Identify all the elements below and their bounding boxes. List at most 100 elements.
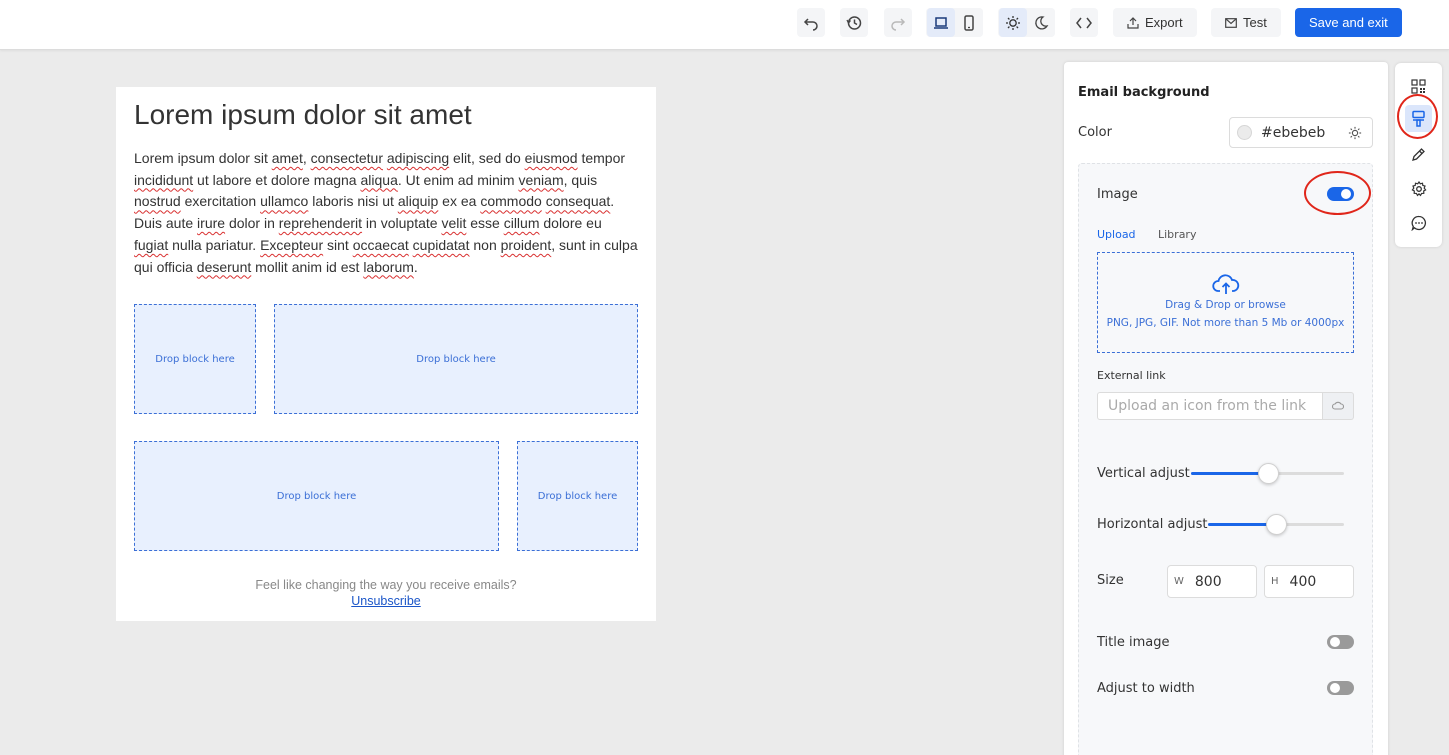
misspelled-word: commodo xyxy=(480,193,542,210)
text-segment: ex ea xyxy=(438,193,481,210)
code-button[interactable] xyxy=(1070,8,1098,37)
footer-text: Feel like changing the way you receive e… xyxy=(255,578,517,592)
rail-item-edit[interactable] xyxy=(1405,141,1432,168)
gear-icon xyxy=(1411,180,1426,196)
width-value: 800 xyxy=(1194,573,1222,590)
misspelled-word: Excepteur xyxy=(260,236,324,253)
color-value: #ebebeb xyxy=(1261,124,1326,141)
rail-item-settings[interactable] xyxy=(1405,175,1432,202)
export-icon xyxy=(1127,16,1139,29)
text-segment: elit, sed do xyxy=(449,150,525,166)
save-label: Save and exit xyxy=(1309,15,1388,30)
text-segment: dolore eu xyxy=(539,215,602,232)
mobile-view-button[interactable] xyxy=(954,8,983,37)
redo-button[interactable] xyxy=(884,8,912,37)
email-heading[interactable]: Lorem ipsum dolor sit amet xyxy=(134,99,472,131)
text-segment: nulla pariatur. xyxy=(168,236,261,253)
light-mode-button[interactable] xyxy=(998,8,1027,37)
adjust-to-width-label: Adjust to width xyxy=(1097,681,1195,696)
laptop-icon xyxy=(933,16,948,29)
text-segment: exercitation xyxy=(180,193,261,210)
text-segment: esse xyxy=(466,215,504,232)
top-toolbar: Export Test Save and exit xyxy=(0,0,1449,50)
cloud-upload-icon xyxy=(1211,273,1239,294)
phone-icon xyxy=(963,14,974,31)
text-segment: ut labore et dolore magna xyxy=(193,171,361,188)
tab-upload[interactable]: Upload xyxy=(1097,228,1136,241)
vertical-adjust-label: Vertical adjust xyxy=(1097,466,1190,481)
width-prefix: W xyxy=(1174,576,1184,587)
unsubscribe-link[interactable]: Unsubscribe xyxy=(116,594,656,608)
misspelled-word: fugiat xyxy=(134,236,169,253)
misspelled-word: aliqua xyxy=(360,171,398,188)
color-picker[interactable]: #ebebeb xyxy=(1229,117,1373,148)
slider-thumb[interactable] xyxy=(1257,463,1279,484)
slider-thumb[interactable] xyxy=(1266,514,1287,535)
slider-fill xyxy=(1191,472,1268,475)
email-canvas: Lorem ipsum dolor sit amet Lorem ipsum d… xyxy=(116,87,656,621)
export-button[interactable]: Export xyxy=(1113,8,1197,37)
email-paragraph[interactable]: Lorem ipsum dolor sit amet, consectetur … xyxy=(134,148,639,278)
toggle-knob xyxy=(1330,637,1340,647)
redo-icon xyxy=(891,17,906,31)
moon-icon xyxy=(1034,15,1048,30)
text-segment: non xyxy=(469,236,501,253)
misspelled-word: reprehenderit xyxy=(278,215,363,232)
text-segment: , xyxy=(302,150,311,166)
adjust-to-width-toggle[interactable] xyxy=(1327,681,1354,695)
external-link-input[interactable]: Upload an icon from the link xyxy=(1097,392,1323,420)
misspelled-word: cillum xyxy=(503,215,540,232)
horizontal-adjust-slider[interactable] xyxy=(1208,514,1344,535)
misspelled-word: ullamco xyxy=(260,193,309,210)
misspelled-word: occaecat xyxy=(352,236,409,253)
text-segment: , quis xyxy=(563,171,598,188)
text-segment: Lorem ipsum dolor sit xyxy=(134,150,272,166)
device-toggle xyxy=(926,8,983,37)
drop-block-label: Drop block here xyxy=(416,353,496,365)
tab-library[interactable]: Library xyxy=(1158,228,1196,241)
height-prefix: H xyxy=(1271,576,1279,587)
undo-button[interactable] xyxy=(797,8,825,37)
code-icon xyxy=(1076,17,1092,28)
height-value: 400 xyxy=(1289,573,1317,590)
text-segment: in voluptate xyxy=(362,215,442,232)
drop-block[interactable]: Drop block here xyxy=(517,441,638,551)
upload-dropzone[interactable]: Drag & Drop or browse PNG, JPG, GIF. Not… xyxy=(1097,252,1354,353)
height-field[interactable]: H 400 xyxy=(1264,565,1354,598)
upload-line-1: Drag & Drop or browse xyxy=(1165,298,1286,311)
history-button[interactable] xyxy=(840,8,868,37)
theme-toggle xyxy=(998,8,1055,37)
color-swatch xyxy=(1237,125,1252,140)
rail-item-comments[interactable] xyxy=(1405,209,1432,236)
drop-block-label: Drop block here xyxy=(276,490,357,502)
drop-block[interactable]: Drop block here xyxy=(134,441,499,551)
misspelled-word: deserunt xyxy=(196,258,252,275)
misspelled-word: eiusmod xyxy=(524,150,578,166)
misspelled-word: aliquip xyxy=(397,193,439,210)
desktop-view-button[interactable] xyxy=(926,8,955,37)
upload-line-2: PNG, JPG, GIF. Not more than 5 Mb or 400… xyxy=(1106,316,1345,329)
text-segment: laboris nisi ut xyxy=(308,193,398,210)
misspelled-word: veniam xyxy=(518,171,564,188)
dark-mode-button[interactable] xyxy=(1026,8,1055,37)
test-button[interactable]: Test xyxy=(1211,8,1281,37)
misspelled-word: incididunt xyxy=(134,171,194,188)
title-image-toggle[interactable] xyxy=(1327,635,1354,649)
history-icon xyxy=(846,15,862,30)
horizontal-adjust-label: Horizontal adjust xyxy=(1097,517,1208,532)
image-label: Image xyxy=(1097,187,1138,202)
drop-block[interactable]: Drop block here xyxy=(134,304,256,414)
drop-block[interactable]: Drop block here xyxy=(274,304,638,414)
external-link-button[interactable] xyxy=(1323,392,1354,420)
test-label: Test xyxy=(1243,15,1267,30)
text-segment: . Ut enim ad minim xyxy=(397,171,519,188)
vertical-adjust-slider[interactable] xyxy=(1191,463,1344,484)
width-field[interactable]: W 800 xyxy=(1167,565,1257,598)
save-and-exit-button[interactable]: Save and exit xyxy=(1295,8,1402,37)
misspelled-word: amet xyxy=(271,150,303,166)
cloud-link-icon xyxy=(1332,401,1344,410)
drop-block-label: Drop block here xyxy=(155,353,235,365)
misspelled-word: consectetur xyxy=(310,150,383,166)
side-rail xyxy=(1395,63,1442,247)
misspelled-word: laborum xyxy=(363,258,414,275)
